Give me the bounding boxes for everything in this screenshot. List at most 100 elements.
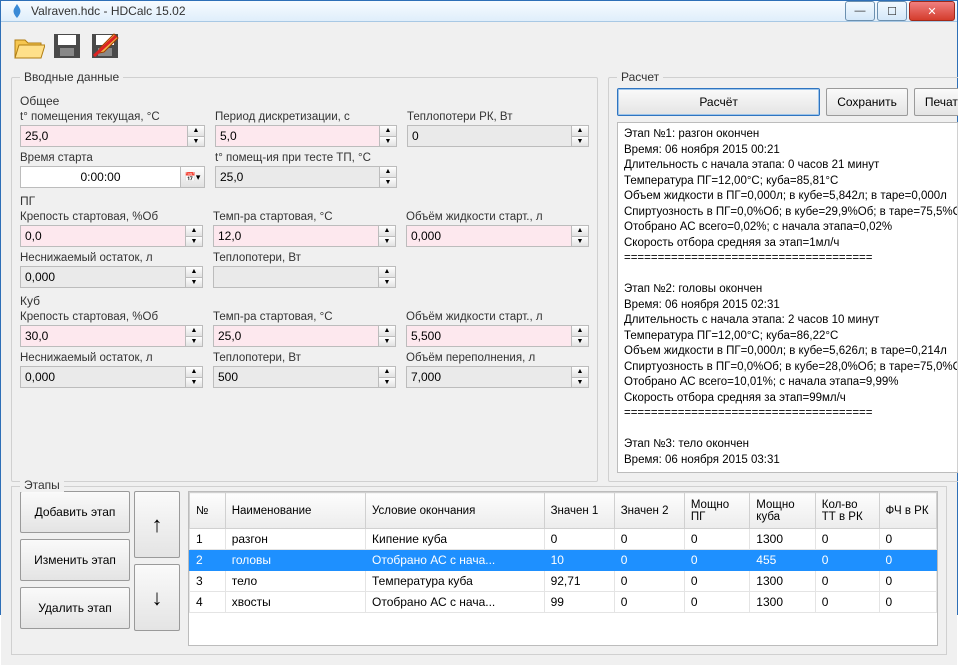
col-cond[interactable]: Условие окончания	[366, 493, 545, 529]
cell-p_kub[interactable]: 1300	[750, 529, 815, 550]
pg-strength-input[interactable]: ▲▼	[20, 225, 203, 247]
log-line: Длительность с начала этапа: 2 часов 10 …	[624, 313, 958, 329]
cell-fch[interactable]: 0	[879, 550, 936, 571]
delete-stage-button[interactable]: Удалить этап	[20, 587, 130, 629]
cell-name[interactable]: хвосты	[225, 592, 365, 613]
cell-cond[interactable]: Отобрано АС с нача...	[366, 550, 545, 571]
minimize-button[interactable]: —	[845, 1, 875, 21]
cell-tt[interactable]: 0	[815, 571, 879, 592]
calc-group: Расчет Расчёт Сохранить Печать Этап №1: …	[608, 70, 958, 482]
stages-legend: Этапы	[20, 478, 64, 492]
period-input[interactable]: ▲▼	[215, 125, 397, 147]
table-row[interactable]: 1разгонКипение куба000130000	[190, 529, 937, 550]
start-time-input[interactable]: 📅▾	[20, 166, 205, 188]
kub-label: Куб	[20, 294, 589, 308]
kub-residual-input[interactable]: ▲▼	[20, 366, 203, 388]
cell-v1[interactable]: 10	[544, 550, 614, 571]
log-line: Температура ПГ=12,00°C; куба=85,81°C	[624, 174, 958, 190]
col-v1[interactable]: Значен 1	[544, 493, 614, 529]
col-tt[interactable]: Кол-во ТТ в РК	[815, 493, 879, 529]
col-n[interactable]: №	[190, 493, 226, 529]
col-fch[interactable]: ФЧ в РК	[879, 493, 936, 529]
kub-strength-input[interactable]: ▲▼	[20, 325, 203, 347]
cell-name[interactable]: головы	[225, 550, 365, 571]
pg-heatloss-label: Теплопотери, Вт	[213, 252, 396, 264]
cell-tt[interactable]: 0	[815, 592, 879, 613]
cell-p_pg[interactable]: 0	[684, 592, 749, 613]
t-room-input[interactable]: ▲▼	[20, 125, 205, 147]
log-line	[624, 422, 958, 438]
cell-v2[interactable]: 0	[614, 529, 684, 550]
cell-n[interactable]: 4	[190, 592, 226, 613]
cell-p_kub[interactable]: 1300	[750, 592, 815, 613]
cell-cond[interactable]: Кипение куба	[366, 529, 545, 550]
col-p-pg[interactable]: Мощно ПГ	[684, 493, 749, 529]
cell-n[interactable]: 3	[190, 571, 226, 592]
col-v2[interactable]: Значен 2	[614, 493, 684, 529]
cell-tt[interactable]: 0	[815, 550, 879, 571]
cell-p_pg[interactable]: 0	[684, 571, 749, 592]
cell-name[interactable]: тело	[225, 571, 365, 592]
cell-cond[interactable]: Температура куба	[366, 571, 545, 592]
toolbar	[11, 28, 947, 66]
stages-table[interactable]: № Наименование Условие окончания Значен …	[188, 491, 938, 646]
heatloss-rk-input[interactable]: ▲▼	[407, 125, 589, 147]
cell-fch[interactable]: 0	[879, 571, 936, 592]
col-name[interactable]: Наименование	[225, 493, 365, 529]
kub-heatloss-input[interactable]: ▲▼	[213, 366, 396, 388]
kub-overflow-input[interactable]: ▲▼	[406, 366, 589, 388]
pg-vol-input[interactable]: ▲▼	[406, 225, 589, 247]
log-output: Этап №1: разгон оконченВремя: 06 ноября …	[617, 122, 958, 473]
cell-p_pg[interactable]: 0	[684, 529, 749, 550]
log-line: Объем жидкости в ПГ=0,000л; в кубе=5,842…	[624, 189, 958, 205]
cell-v1[interactable]: 99	[544, 592, 614, 613]
pg-residual-input[interactable]: ▲▼	[20, 266, 203, 288]
pg-strength-label: Крепость стартовая, %Об	[20, 211, 203, 223]
cell-n[interactable]: 1	[190, 529, 226, 550]
start-time-label: Время старта	[20, 152, 205, 164]
cell-p_kub[interactable]: 1300	[750, 571, 815, 592]
col-p-kub[interactable]: Мощно куба	[750, 493, 815, 529]
cell-fch[interactable]: 0	[879, 592, 936, 613]
calculate-button[interactable]: Расчёт	[617, 88, 820, 116]
open-icon[interactable]	[11, 30, 47, 62]
cell-p_pg[interactable]: 0	[684, 550, 749, 571]
cell-p_kub[interactable]: 455	[750, 550, 815, 571]
stages-group: Этапы Добавить этап Изменить этап Удалит…	[11, 486, 947, 655]
print-button[interactable]: Печать	[914, 88, 958, 116]
save-button[interactable]: Сохранить	[826, 88, 908, 116]
move-up-button[interactable]: ↑	[134, 491, 180, 558]
edit-stage-button[interactable]: Изменить этап	[20, 539, 130, 581]
pg-temp-input[interactable]: ▲▼	[213, 225, 396, 247]
t-room-test-label: t° помещ-ия при тесте ТП, °C	[215, 152, 397, 164]
cell-n[interactable]: 2	[190, 550, 226, 571]
close-button[interactable]: ✕	[909, 1, 955, 21]
kub-heatloss-label: Теплопотери, Вт	[213, 352, 396, 364]
t-room-test-input[interactable]: ▲▼	[215, 166, 397, 188]
cell-v2[interactable]: 0	[614, 550, 684, 571]
save-icon[interactable]	[49, 30, 85, 62]
cell-v2[interactable]: 0	[614, 592, 684, 613]
kub-vol-input[interactable]: ▲▼	[406, 325, 589, 347]
table-row[interactable]: 4хвостыОтобрано АС с нача...9900130000	[190, 592, 937, 613]
cell-v1[interactable]: 92,71	[544, 571, 614, 592]
kub-overflow-label: Объём переполнения, л	[406, 352, 589, 364]
cell-v2[interactable]: 0	[614, 571, 684, 592]
move-down-button[interactable]: ↓	[134, 564, 180, 631]
log-line: =====================================	[624, 251, 958, 267]
table-row[interactable]: 2головыОтобрано АС с нача...100045500	[190, 550, 937, 571]
table-row[interactable]: 3телоТемпература куба92,7100130000	[190, 571, 937, 592]
log-line: Объем жидкости в ПГ=0,000л; в кубе=5,626…	[624, 344, 958, 360]
cell-fch[interactable]: 0	[879, 529, 936, 550]
add-stage-button[interactable]: Добавить этап	[20, 491, 130, 533]
pg-heatloss-input[interactable]: ▲▼	[213, 266, 396, 288]
cell-tt[interactable]: 0	[815, 529, 879, 550]
edit-icon[interactable]	[87, 30, 123, 62]
cell-cond[interactable]: Отобрано АС с нача...	[366, 592, 545, 613]
log-line: Время: 06 ноября 2015 00:21	[624, 143, 958, 159]
cell-v1[interactable]: 0	[544, 529, 614, 550]
kub-temp-input[interactable]: ▲▼	[213, 325, 396, 347]
app-window: Valraven.hdc - HDCalc 15.02 — ☐ ✕ Вводны…	[0, 0, 958, 615]
maximize-button[interactable]: ☐	[877, 1, 907, 21]
cell-name[interactable]: разгон	[225, 529, 365, 550]
